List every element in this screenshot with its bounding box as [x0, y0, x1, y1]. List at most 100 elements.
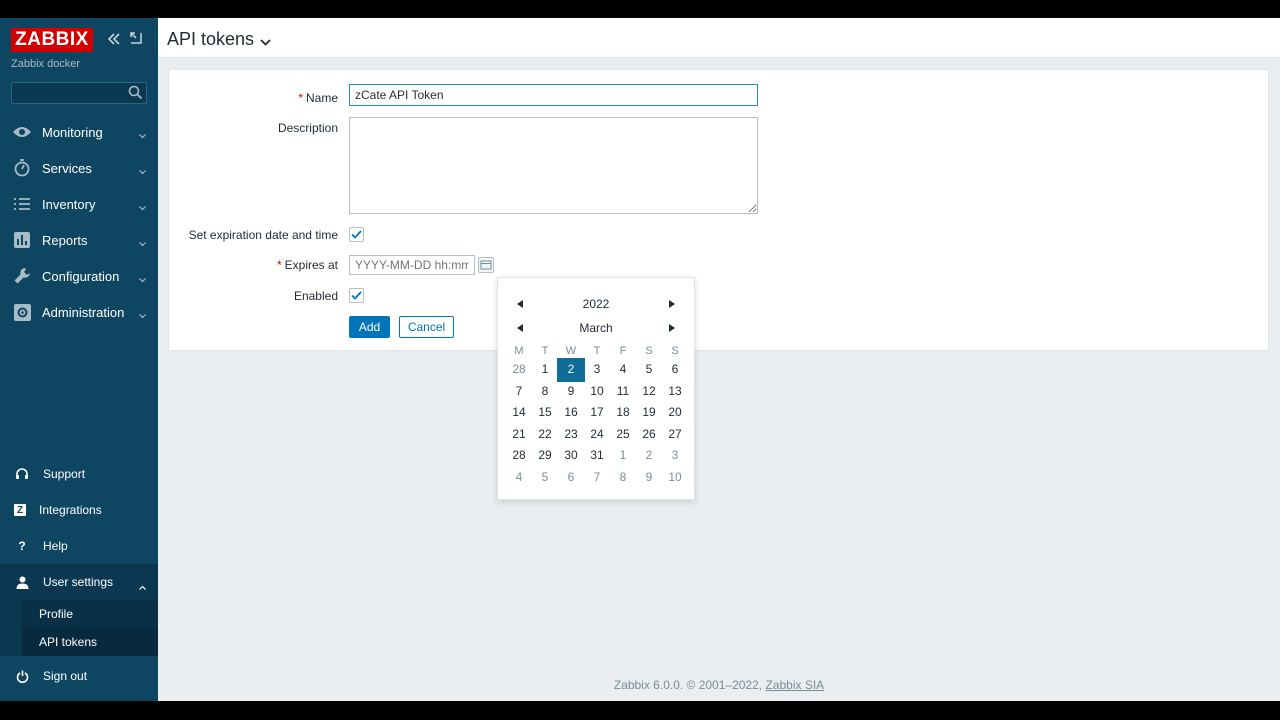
calendar-day-outside[interactable]: 7: [584, 467, 610, 489]
search-icon[interactable]: [128, 85, 143, 103]
calendar-day[interactable]: 24: [584, 424, 610, 446]
calendar-day-outside[interactable]: 4: [506, 467, 532, 489]
add-button[interactable]: Add: [349, 316, 390, 338]
calendar-day-outside[interactable]: 10: [662, 467, 688, 489]
menu-item-monitoring[interactable]: Monitoring: [0, 114, 158, 150]
name-input[interactable]: [349, 84, 758, 106]
description-textarea[interactable]: [349, 117, 758, 214]
calendar-icon: [480, 260, 492, 270]
calendar-day-outside[interactable]: 6: [558, 467, 584, 489]
menu-label: Monitoring: [42, 124, 103, 140]
enabled-checkbox[interactable]: [349, 288, 364, 303]
chevron-down-icon: [139, 164, 146, 178]
calendar-day[interactable]: 13: [662, 381, 688, 403]
calendar-day-outside[interactable]: 28: [506, 359, 532, 381]
calendar-day[interactable]: 11: [610, 381, 636, 403]
collapse-sidebar-icon[interactable]: [106, 31, 122, 51]
sub-item-api-tokens[interactable]: API tokens: [22, 628, 158, 656]
sidebar-search-input[interactable]: [12, 83, 122, 103]
calendar-day[interactable]: 17: [584, 402, 610, 424]
calendar-day-outside[interactable]: 8: [610, 467, 636, 489]
calendar-week: 14 15 16 17 18 19 20: [506, 402, 688, 424]
calendar-day-outside[interactable]: 5: [532, 467, 558, 489]
menu-item-services[interactable]: Services: [0, 150, 158, 186]
power-icon: [14, 668, 30, 684]
calendar-day[interactable]: 3: [584, 359, 610, 381]
calendar-day[interactable]: 21: [506, 424, 532, 446]
next-month-arrow-icon[interactable]: [665, 321, 679, 335]
wrench-icon: [12, 266, 32, 286]
expiration-label: Set expiration date and time: [188, 228, 338, 242]
calendar-day[interactable]: 5: [636, 359, 662, 381]
calendar-day[interactable]: 30: [558, 445, 584, 467]
calendar-day[interactable]: 27: [662, 424, 688, 446]
calendar-day[interactable]: 29: [532, 445, 558, 467]
chevron-down-icon: [139, 200, 146, 214]
calendar-day[interactable]: 8: [532, 381, 558, 403]
calendar-day[interactable]: 7: [506, 381, 532, 403]
calendar-day[interactable]: 6: [662, 359, 688, 381]
calendar-day[interactable]: 9: [558, 381, 584, 403]
eye-icon: [12, 122, 32, 142]
menu-label: Reports: [42, 232, 88, 248]
calendar-day[interactable]: 16: [558, 402, 584, 424]
calendar-day-selected[interactable]: 2: [557, 358, 585, 382]
calendar-day[interactable]: 18: [610, 402, 636, 424]
calendar-day[interactable]: 28: [506, 445, 532, 467]
calendar-week: 28 1 2 3 4 5 6: [506, 358, 688, 382]
help-icon: ?: [18, 539, 26, 553]
calendar-grid: MTWTFSS 28 1 2 3 4 5 6 7 8 9 10 11 12 13 14 15 16 17 18 19 2…: [506, 343, 688, 489]
calendar-day[interactable]: 20: [662, 402, 688, 424]
calendar-button[interactable]: [478, 257, 494, 273]
main-menu: Monitoring Services Inventory Reports Co…: [0, 114, 158, 330]
app-frame: ZABBIX Zabbix docker Monitoring Services…: [0, 18, 1280, 701]
chevron-down-icon: [139, 128, 146, 142]
weekday-label: T: [593, 345, 601, 357]
user-icon: [14, 574, 30, 590]
menu-item-sign-out[interactable]: Sign out: [0, 658, 158, 694]
calendar-day[interactable]: 22: [532, 424, 558, 446]
menu-item-inventory[interactable]: Inventory: [0, 186, 158, 222]
api-token-form: *Name Description Set expiration date an…: [168, 69, 1269, 351]
menu-item-reports[interactable]: Reports: [0, 222, 158, 258]
page-title[interactable]: API tokens: [167, 27, 271, 51]
calendar-day-outside[interactable]: 9: [636, 467, 662, 489]
calendar-day[interactable]: 25: [610, 424, 636, 446]
cancel-button[interactable]: Cancel: [399, 316, 454, 338]
calendar-day[interactable]: 26: [636, 424, 662, 446]
calendar-day-outside[interactable]: 3: [662, 445, 688, 467]
calendar-day[interactable]: 31: [584, 445, 610, 467]
menu-item-help[interactable]: ? Help: [0, 528, 158, 564]
calendar-day[interactable]: 19: [636, 402, 662, 424]
kiosk-mode-icon[interactable]: [129, 31, 143, 49]
expiration-checkbox[interactable]: [349, 227, 364, 242]
calendar-day[interactable]: 4: [610, 359, 636, 381]
expires-at-input[interactable]: [349, 255, 475, 275]
sub-item-profile[interactable]: Profile: [22, 600, 158, 628]
menu-label: User settings: [43, 575, 114, 589]
calendar-day[interactable]: 12: [636, 381, 662, 403]
calendar-day[interactable]: 23: [558, 424, 584, 446]
footer-link[interactable]: Zabbix SIA: [765, 678, 824, 692]
menu-item-configuration[interactable]: Configuration: [0, 258, 158, 294]
calendar-day-outside[interactable]: 1: [610, 445, 636, 467]
calendar-day[interactable]: 10: [584, 381, 610, 403]
menu-item-support[interactable]: Support: [0, 456, 158, 492]
menu-item-administration[interactable]: Administration: [0, 294, 158, 330]
chevron-down-icon: [139, 272, 146, 286]
gear-icon: [12, 302, 32, 322]
calendar-day[interactable]: 14: [506, 402, 532, 424]
calendar-day[interactable]: 1: [532, 359, 558, 381]
calendar-day[interactable]: 15: [532, 402, 558, 424]
calendar-week: 28 29 30 31 1 2 3: [506, 445, 688, 467]
menu-item-user-settings[interactable]: User settings: [0, 564, 158, 600]
calendar-day-outside[interactable]: 2: [636, 445, 662, 467]
zabbix-logo[interactable]: ZABBIX: [11, 28, 93, 52]
weekday-label: W: [565, 345, 577, 357]
menu-item-integrations[interactable]: Z Integrations: [0, 492, 158, 528]
calendar-week: 21 22 23 24 25 26 27: [506, 424, 688, 446]
chevron-down-icon: [260, 30, 271, 51]
user-settings-submenu: Profile API tokens: [0, 600, 158, 656]
next-year-arrow-icon[interactable]: [665, 297, 679, 311]
month-nav: March: [498, 318, 694, 338]
